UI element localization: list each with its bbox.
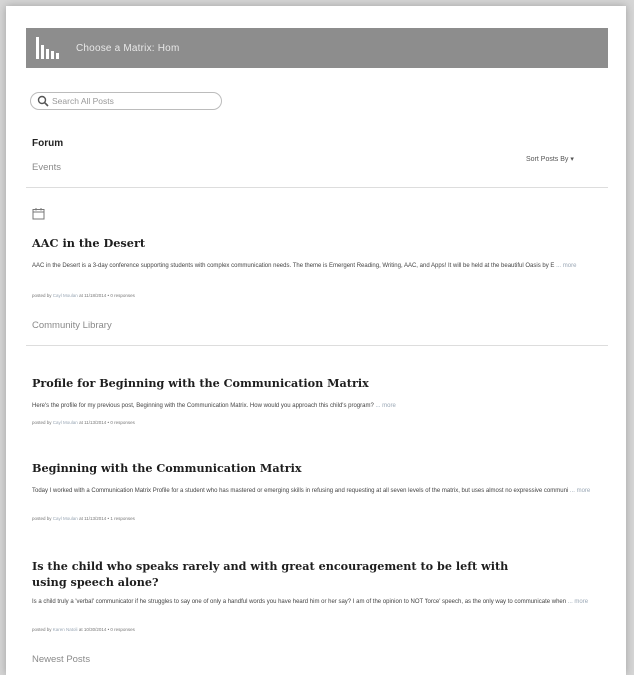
post-meta: posted by Cayl Moulan at 11/13/2014 • 1 … [32, 516, 135, 521]
post-title[interactable]: Is the child who speaks rarely and with … [32, 558, 512, 590]
post-excerpt: Is a child truly a 'verbal' communicator… [32, 599, 567, 605]
search-box[interactable] [30, 92, 222, 110]
nav-forum[interactable]: Forum [32, 138, 63, 149]
event-post-more-link[interactable]: ... more [556, 263, 576, 269]
event-post-body: AAC in the Desert is a 3-day conference … [32, 262, 604, 271]
header-banner: Choose a Matrix: Hom [26, 28, 608, 68]
post-body: Today I worked with a Communication Matr… [32, 487, 604, 496]
event-post-excerpt: AAC in the Desert is a 3-day conference … [32, 263, 555, 269]
post-more-link[interactable]: ... more [568, 599, 588, 605]
post-author-link[interactable]: Karen Natoli [53, 627, 78, 632]
matrix-logo-icon[interactable] [36, 37, 62, 59]
meta-date: at 11/18/2014 • 0 responses [79, 293, 135, 298]
nav-events[interactable]: Events [32, 162, 61, 173]
post-meta: posted by Cayl Moulan at 11/13/2014 • 0 … [32, 420, 135, 425]
post-author-link[interactable]: Cayl Moulan [53, 420, 78, 425]
matrix-chooser[interactable]: Choose a Matrix: Hom [76, 43, 179, 54]
post-body: Here's the profile for my previous post,… [32, 402, 604, 411]
event-post-title[interactable]: AAC in the Desert [32, 236, 145, 250]
post-author-link[interactable]: Cayl Moulan [53, 516, 78, 521]
event-post-meta: posted by Cayl Moulan at 11/18/2014 • 0 … [32, 293, 135, 298]
post-body: Is a child truly a 'verbal' communicator… [32, 598, 604, 607]
meta-prefix: posted by [32, 420, 52, 425]
meta-prefix: posted by [32, 627, 52, 632]
page-frame: Choose a Matrix: Hom Forum Events Sort P… [6, 6, 626, 675]
post-more-link[interactable]: ... more [375, 403, 395, 409]
meta-date: at 11/13/2014 • 1 responses [79, 516, 135, 521]
divider [26, 345, 608, 346]
post-excerpt: Here's the profile for my previous post,… [32, 403, 374, 409]
sort-posts-dropdown[interactable]: Sort Posts By ▾ [526, 155, 574, 163]
meta-date: at 10/30/2014 • 0 responses [78, 627, 135, 632]
post-title[interactable]: Profile for Beginning with the Communica… [32, 376, 369, 390]
divider [26, 187, 608, 188]
meta-date: at 11/13/2014 • 0 responses [79, 420, 135, 425]
calendar-icon [32, 208, 45, 220]
post-meta: posted by Karen Natoli at 10/30/2014 • 0… [32, 627, 135, 632]
post-excerpt: Today I worked with a Communication Matr… [32, 488, 569, 494]
search-icon [37, 95, 49, 107]
community-library-heading[interactable]: Community Library [32, 320, 112, 331]
search-input[interactable] [52, 96, 212, 106]
newest-posts-heading[interactable]: Newest Posts [32, 654, 90, 665]
post-author-link[interactable]: Cayl Moulan [53, 293, 78, 298]
meta-prefix: posted by [32, 293, 52, 298]
post-more-link[interactable]: ... more [570, 488, 590, 494]
post-title[interactable]: Beginning with the Communication Matrix [32, 461, 302, 475]
meta-prefix: posted by [32, 516, 52, 521]
